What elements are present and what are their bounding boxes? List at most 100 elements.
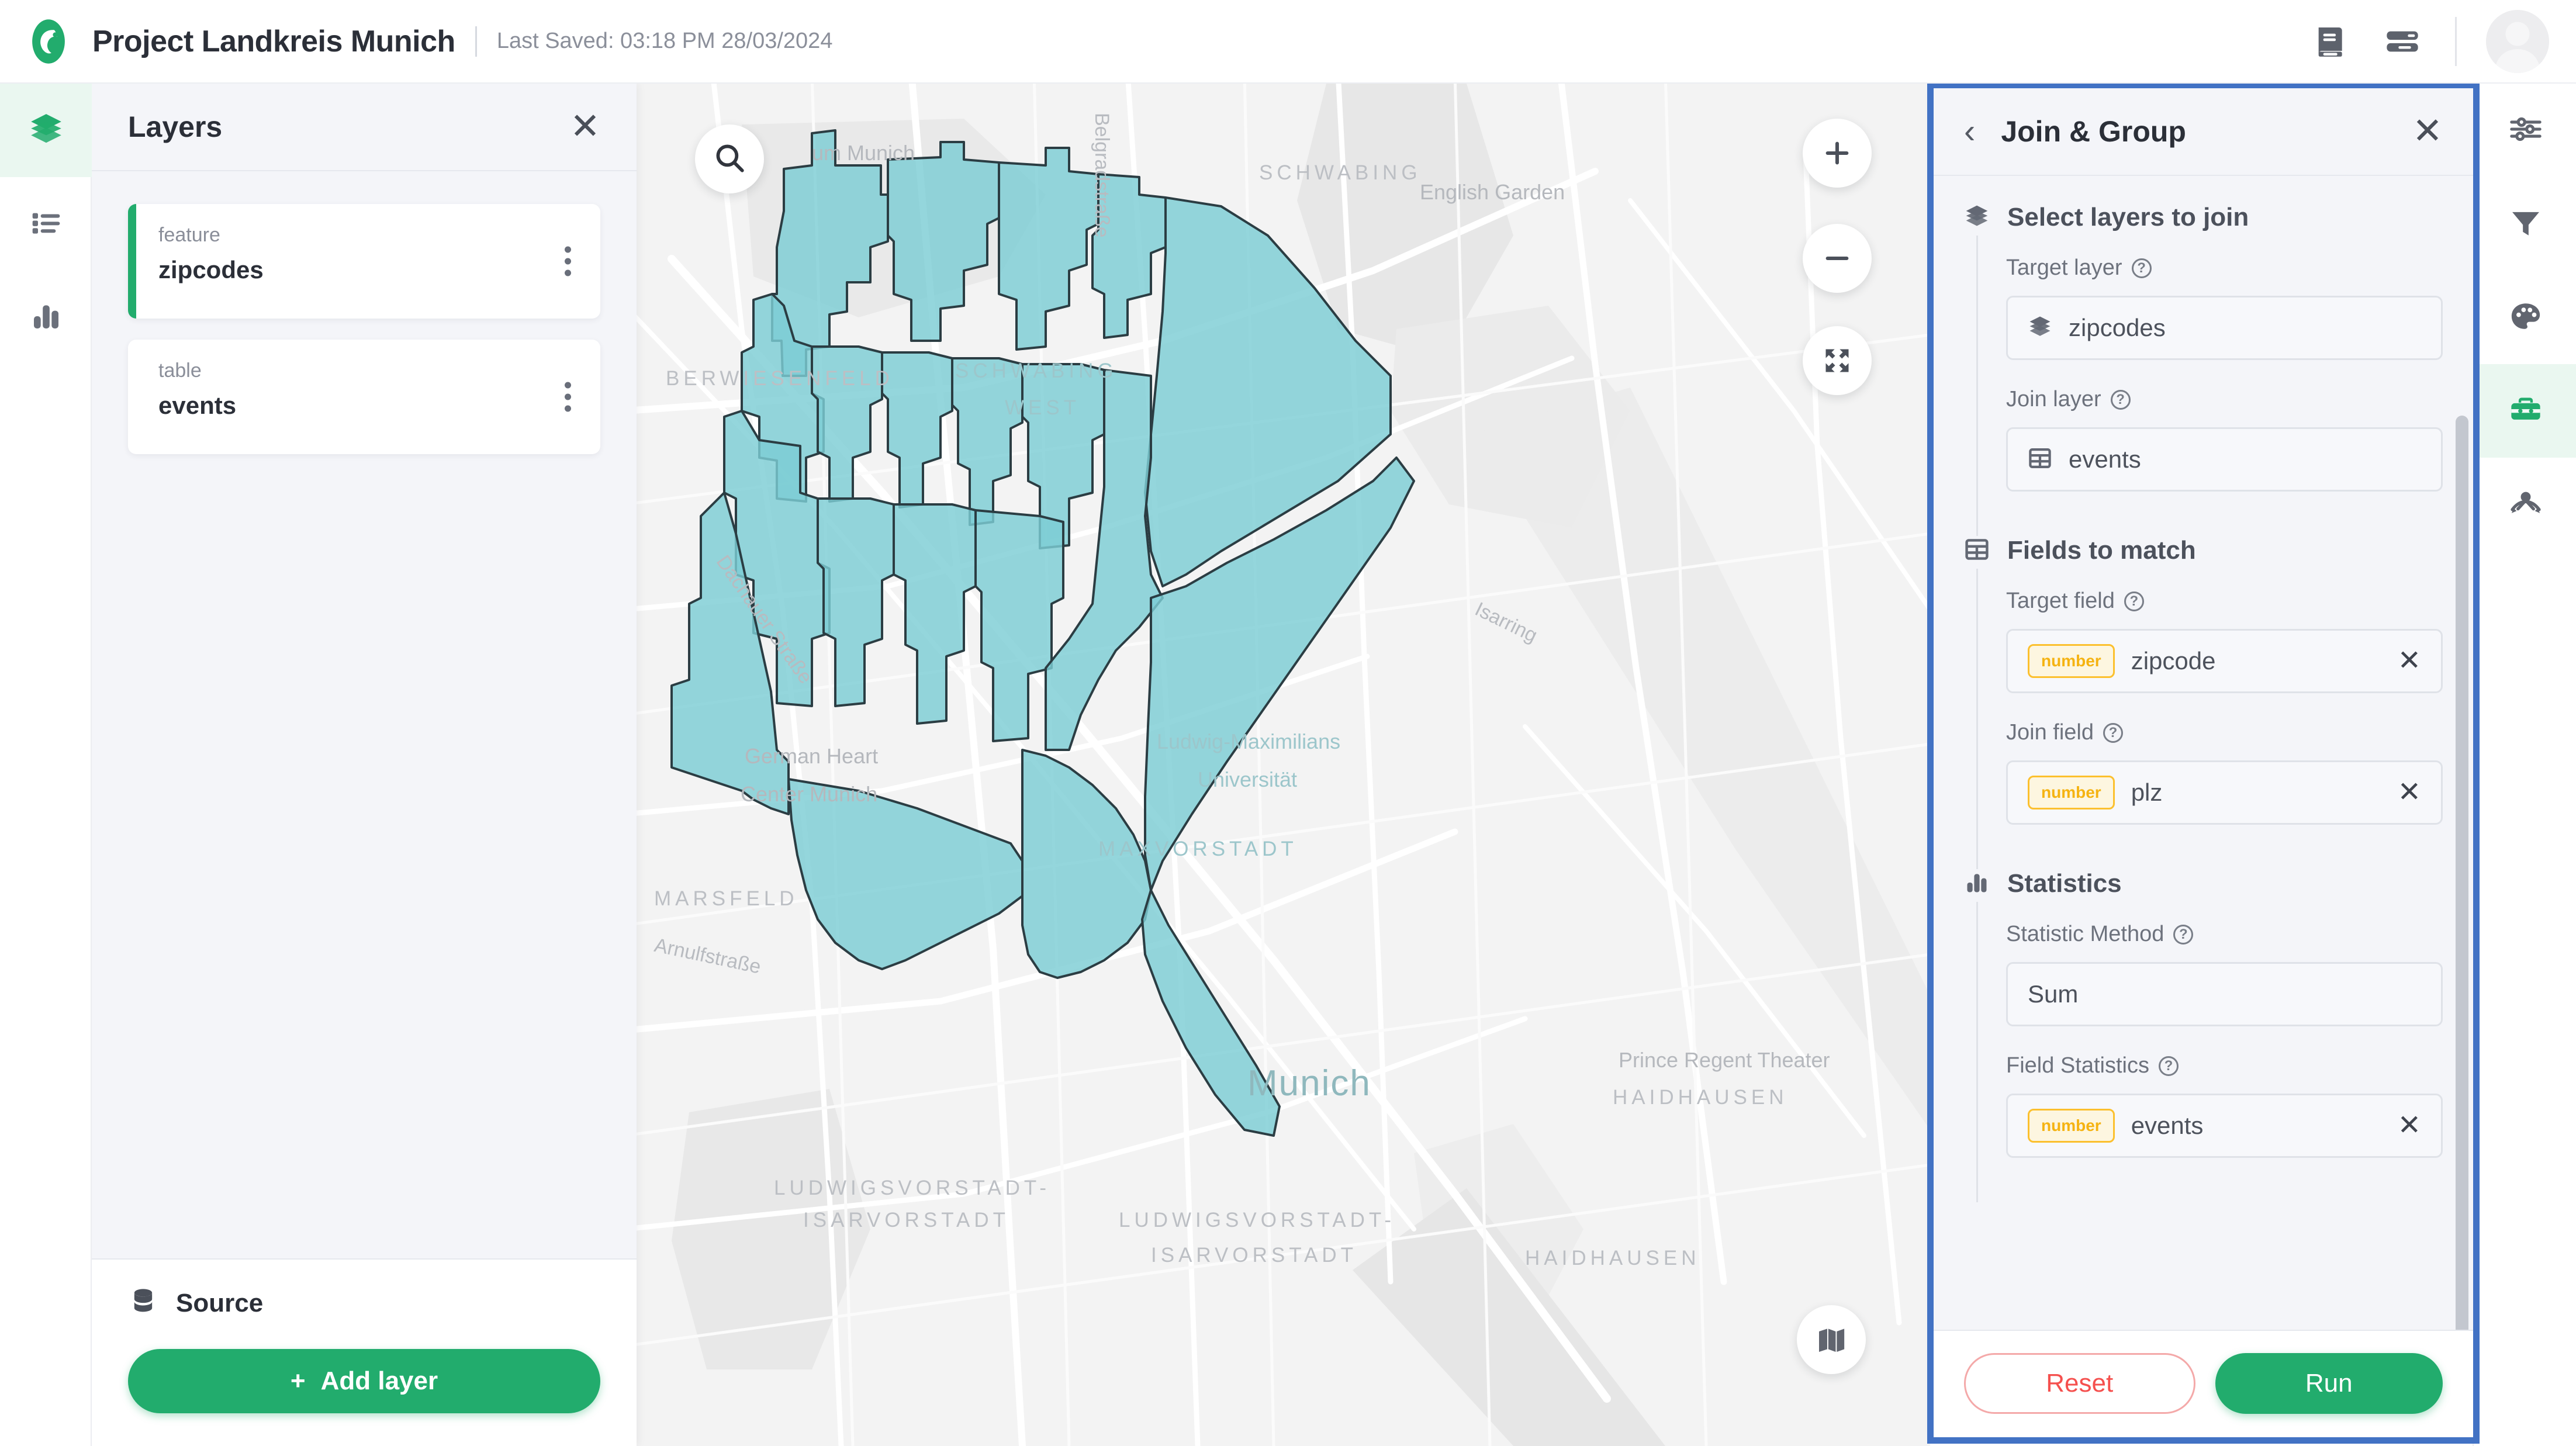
layer-menu-icon[interactable]: [565, 382, 571, 412]
help-icon[interactable]: ?: [2110, 389, 2131, 410]
join-field-select[interactable]: number plz ✕: [2006, 760, 2443, 825]
section-fields-to-match: Fields to match Target field ? number zi…: [1934, 536, 2473, 869]
section-title: Select layers to join: [2007, 203, 2249, 231]
table-icon: [1964, 537, 1990, 565]
layer-name-label: events: [158, 392, 237, 419]
reset-button[interactable]: Reset: [1964, 1353, 2195, 1414]
sliders-icon: [2509, 112, 2543, 149]
panel-scrollbar[interactable]: [2456, 416, 2468, 1330]
join-field-label: Join field: [2006, 720, 2094, 745]
add-layer-button[interactable]: + Add layer: [128, 1349, 600, 1413]
join-layer-label: Join layer: [2006, 387, 2101, 411]
section-fields: Target layer ? zipcodes Join layer ? eve…: [1976, 236, 2443, 536]
clear-icon[interactable]: ✕: [2398, 647, 2421, 675]
layers-panel-footer: Source + Add layer: [92, 1258, 637, 1446]
layer-menu-icon[interactable]: [565, 246, 571, 276]
toolbox-icon: [2509, 393, 2543, 430]
header-actions: [2282, 9, 2576, 73]
filter-icon: [2509, 206, 2543, 243]
title-divider: [475, 26, 477, 57]
curve-tool-icon: [2509, 486, 2543, 523]
map-canvas[interactable]: um Munich Belgradstraße SCHWABING Englis…: [637, 84, 1930, 1446]
field-label: Statistic Method ?: [2006, 922, 2443, 947]
source-row: Source: [128, 1286, 600, 1320]
close-icon[interactable]: ✕: [2412, 113, 2443, 150]
join-group-header: ‹ Join & Group ✕: [1934, 88, 2473, 176]
statistic-method-select[interactable]: Sum: [2006, 962, 2443, 1026]
section-fields: Statistic Method ? Sum Field Statistics …: [1976, 902, 2443, 1202]
statistic-method-value: Sum: [2028, 980, 2079, 1008]
layers-list: feature zipcodes table events: [92, 171, 637, 1258]
section-header: Fields to match: [1964, 536, 2443, 565]
search-icon: [713, 141, 746, 178]
field-statistics-value: events: [2131, 1112, 2204, 1139]
join-group-panel: ‹ Join & Group ✕ Select layers to join T…: [1934, 88, 2473, 1437]
field-label: Target field ?: [2006, 589, 2443, 614]
database-icon[interactable]: [2380, 19, 2425, 64]
map-search-button[interactable]: [695, 124, 764, 193]
back-chevron-icon[interactable]: ‹: [1964, 115, 1975, 148]
help-icon[interactable]: ?: [2124, 591, 2144, 611]
field-label: Join field ?: [2006, 720, 2443, 745]
zoom-in-button[interactable]: [1803, 119, 1872, 188]
rail-item-layers[interactable]: [0, 84, 92, 177]
rail-item-filter[interactable]: [2474, 177, 2576, 271]
layers-panel-title: Layers: [128, 110, 223, 143]
rail-item-settings[interactable]: [2474, 84, 2576, 177]
layers-panel-header: Layers ✕: [92, 84, 637, 171]
section-header: Select layers to join: [1964, 203, 2443, 232]
join-group-footer: Reset Run: [1934, 1330, 2473, 1437]
join-field-value: plz: [2131, 779, 2163, 806]
database-icon: [128, 1286, 158, 1320]
layers-icon: [2028, 314, 2052, 342]
section-fields: Target field ? number zipcode ✕ Join fie…: [1976, 569, 2443, 869]
clear-icon[interactable]: ✕: [2398, 1112, 2421, 1140]
layer-type-label: table: [158, 359, 202, 382]
fit-bounds-button[interactable]: [1803, 326, 1872, 395]
section-header: Statistics: [1964, 869, 2443, 898]
help-icon[interactable]: ?: [2158, 1056, 2179, 1076]
join-layer-select[interactable]: events: [2006, 427, 2443, 492]
basemap-button[interactable]: [1797, 1305, 1866, 1374]
help-icon[interactable]: ?: [2173, 924, 2194, 945]
bar-chart-icon: [1964, 870, 1990, 898]
target-field-select[interactable]: number zipcode ✕: [2006, 629, 2443, 693]
list-item[interactable]: table events: [128, 340, 600, 454]
help-icon[interactable]: ?: [2103, 722, 2123, 743]
layers-icon: [28, 111, 64, 150]
table-icon: [2028, 446, 2052, 473]
field-label: Field Statistics ?: [2006, 1053, 2443, 1078]
field-statistics-select[interactable]: number events ✕: [2006, 1094, 2443, 1158]
last-saved-text: Last Saved: 03:18 PM 28/03/2024: [496, 29, 833, 53]
layers-icon: [1964, 203, 1990, 232]
run-button[interactable]: Run: [2215, 1353, 2443, 1414]
basemap-vector: [637, 84, 1930, 1446]
brand-logo-icon: [25, 18, 72, 65]
close-icon[interactable]: ✕: [570, 109, 600, 145]
field-label: Join layer ?: [2006, 387, 2443, 412]
rail-item-list[interactable]: [0, 177, 92, 271]
source-label: Source: [176, 1288, 264, 1317]
type-badge: number: [2028, 1109, 2115, 1143]
rail-item-style[interactable]: [2474, 271, 2576, 364]
clear-icon[interactable]: ✕: [2398, 779, 2421, 807]
target-field-label: Target field: [2006, 589, 2115, 613]
rail-item-charts[interactable]: [0, 271, 92, 364]
section-select-layers: Select layers to join Target layer ? zip…: [1934, 203, 2473, 536]
list-item[interactable]: feature zipcodes: [128, 204, 600, 319]
statistic-method-label: Statistic Method: [2006, 922, 2164, 946]
target-layer-select[interactable]: zipcodes: [2006, 296, 2443, 360]
palette-icon: [2509, 299, 2543, 336]
join-layer-value: events: [2069, 445, 2141, 473]
field-label: Target layer ?: [2006, 255, 2443, 281]
right-icon-rail: [2473, 84, 2576, 1446]
rail-item-analysis[interactable]: [2474, 458, 2576, 551]
target-field-value: zipcode: [2131, 647, 2216, 674]
bar-chart-icon: [30, 300, 63, 335]
avatar[interactable]: [2486, 9, 2549, 73]
book-icon[interactable]: [2309, 19, 2353, 64]
zoom-out-button[interactable]: [1803, 224, 1872, 293]
rail-item-tools[interactable]: [2474, 364, 2576, 458]
type-badge: number: [2028, 776, 2115, 810]
help-icon[interactable]: ?: [2131, 258, 2152, 278]
